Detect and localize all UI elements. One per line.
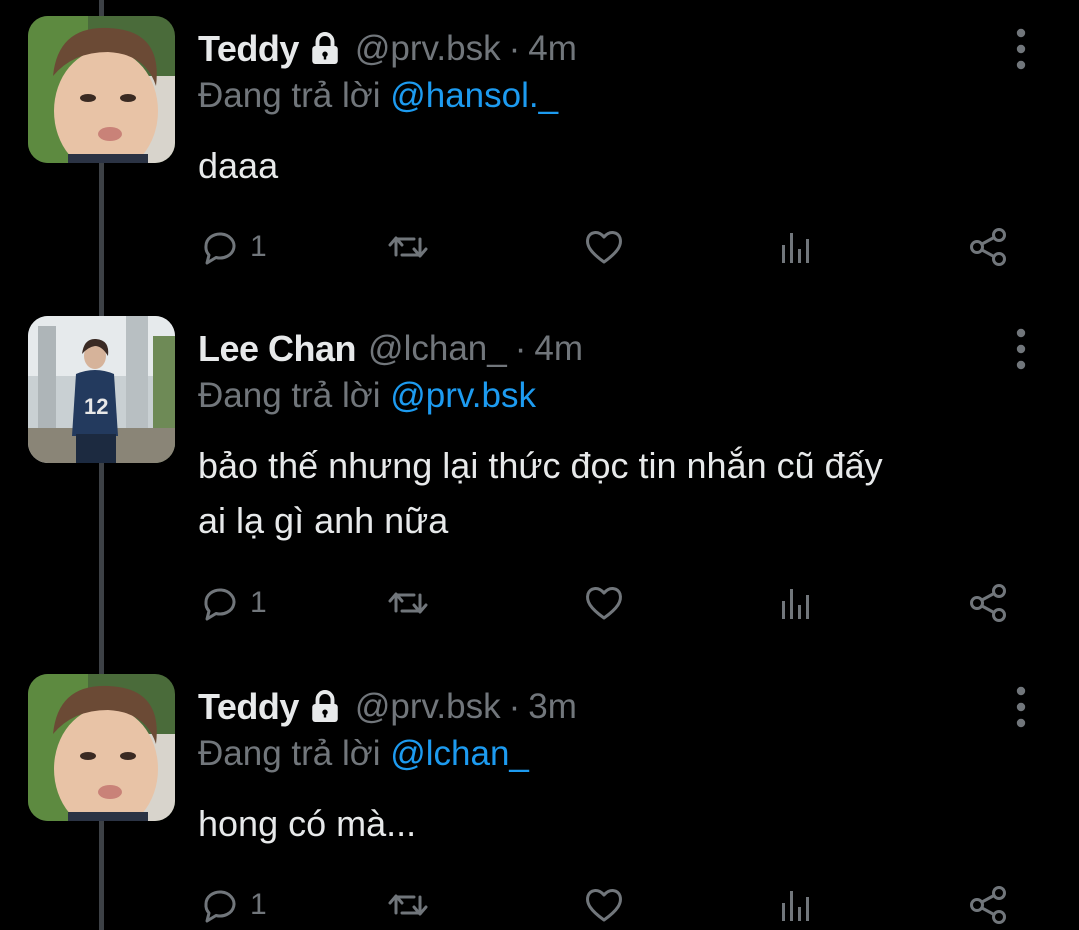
replying-to: Đang trả lời @prv.bsk bbox=[198, 376, 536, 416]
reply-icon bbox=[204, 588, 236, 621]
display-name[interactable]: Lee Chan bbox=[198, 328, 357, 370]
reply-count: 1 bbox=[250, 230, 267, 263]
reply-icon bbox=[204, 232, 236, 265]
action-bar: 1 bbox=[198, 222, 1018, 272]
avatar-lee-chan[interactable]: 12 bbox=[28, 316, 175, 463]
more-icon[interactable] bbox=[1007, 684, 1035, 730]
tweet-header: Teddy @prv.bsk · 3m bbox=[198, 682, 577, 732]
timestamp[interactable]: 4m bbox=[528, 29, 577, 69]
tweet[interactable]: Teddy @prv.bsk · 3m Đang trả lời @lchan_… bbox=[0, 674, 1079, 930]
avatar-photo-teddy bbox=[28, 674, 175, 821]
share-icon bbox=[970, 584, 1006, 622]
views-icon bbox=[782, 233, 809, 263]
retweet-icon bbox=[388, 236, 428, 258]
reply-count: 1 bbox=[250, 888, 267, 921]
mention-link[interactable]: @hansol._ bbox=[390, 76, 558, 115]
tweet-header: Lee Chan @lchan_ · 4m bbox=[198, 324, 583, 374]
action-bar: 1 bbox=[198, 880, 1018, 930]
mention-link[interactable]: @lchan_ bbox=[390, 734, 529, 773]
like-icon bbox=[586, 587, 622, 620]
replying-to-label: Đang trả lời bbox=[198, 376, 391, 415]
tweet[interactable]: 12 Lee Chan @lchan_ · 4m Đang trả lời @p… bbox=[0, 316, 1079, 646]
share-button[interactable] bbox=[966, 880, 1010, 930]
share-icon bbox=[970, 886, 1006, 924]
user-handle[interactable]: @prv.bsk bbox=[355, 29, 501, 69]
like-icon bbox=[586, 231, 622, 264]
avatar-teddy[interactable] bbox=[28, 674, 175, 821]
tweet[interactable]: Teddy @prv.bsk · 4m Đang trả lời @hansol… bbox=[0, 16, 1079, 306]
timestamp[interactable]: 4m bbox=[534, 329, 583, 369]
separator-dot: · bbox=[514, 329, 527, 368]
replying-to-label: Đang trả lời bbox=[198, 76, 391, 115]
share-button[interactable] bbox=[966, 578, 1010, 628]
like-button[interactable] bbox=[582, 222, 626, 272]
more-icon[interactable] bbox=[1007, 26, 1035, 72]
lock-icon bbox=[312, 32, 338, 64]
reply-count: 1 bbox=[250, 586, 267, 619]
reply-button[interactable]: 1 bbox=[198, 578, 267, 628]
retweet-button[interactable] bbox=[386, 578, 430, 628]
share-icon bbox=[970, 228, 1006, 266]
retweet-button[interactable] bbox=[386, 880, 430, 930]
separator-dot: · bbox=[508, 29, 521, 68]
timestamp[interactable]: 3m bbox=[528, 687, 577, 727]
avatar-photo-lee-chan: 12 bbox=[28, 316, 175, 463]
reply-button[interactable]: 1 bbox=[198, 880, 267, 930]
tweet-text: bảo thế nhưng lại thức đọc tin nhắn cũ đ… bbox=[198, 445, 883, 541]
retweet-button[interactable] bbox=[386, 222, 430, 272]
retweet-icon bbox=[388, 592, 428, 614]
like-button[interactable] bbox=[582, 578, 626, 628]
mention-link[interactable]: @prv.bsk bbox=[390, 376, 536, 415]
tweet-header: Teddy @prv.bsk · 4m bbox=[198, 24, 577, 74]
action-bar: 1 bbox=[198, 578, 1018, 628]
tweet-text: daaa bbox=[198, 145, 279, 186]
display-name[interactable]: Teddy bbox=[198, 28, 299, 70]
tweet-text: hong có mà... bbox=[198, 803, 417, 844]
user-handle[interactable]: @prv.bsk bbox=[355, 687, 501, 727]
views-icon bbox=[782, 891, 809, 921]
more-icon[interactable] bbox=[1007, 326, 1035, 372]
reply-button[interactable]: 1 bbox=[198, 222, 267, 272]
reply-icon bbox=[204, 890, 236, 923]
avatar-teddy[interactable] bbox=[28, 16, 175, 163]
separator-dot: · bbox=[508, 687, 521, 726]
like-icon bbox=[586, 889, 622, 922]
lock-icon bbox=[312, 690, 338, 722]
user-handle[interactable]: @lchan_ bbox=[368, 329, 507, 369]
views-button[interactable] bbox=[774, 222, 818, 272]
share-button[interactable] bbox=[966, 222, 1010, 272]
views-button[interactable] bbox=[774, 578, 818, 628]
display-name[interactable]: Teddy bbox=[198, 686, 299, 728]
avatar-photo-teddy bbox=[28, 16, 175, 163]
like-button[interactable] bbox=[582, 880, 626, 930]
replying-to: Đang trả lời @hansol._ bbox=[198, 76, 558, 116]
replying-to: Đang trả lời @lchan_ bbox=[198, 734, 529, 774]
retweet-icon bbox=[388, 894, 428, 916]
views-button[interactable] bbox=[774, 880, 818, 930]
views-icon bbox=[782, 589, 809, 619]
svg-text:12: 12 bbox=[84, 394, 108, 419]
replying-to-label: Đang trả lời bbox=[198, 734, 391, 773]
